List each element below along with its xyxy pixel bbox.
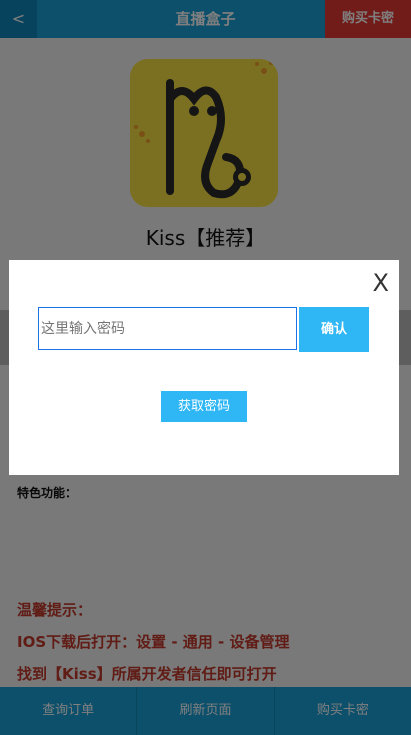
close-button[interactable]: X: [373, 270, 389, 296]
get-password-button[interactable]: 获取密码: [161, 391, 247, 422]
confirm-button[interactable]: 确认: [299, 307, 369, 352]
password-input[interactable]: [38, 307, 297, 350]
password-dialog: X 确认 获取密码: [9, 260, 399, 475]
